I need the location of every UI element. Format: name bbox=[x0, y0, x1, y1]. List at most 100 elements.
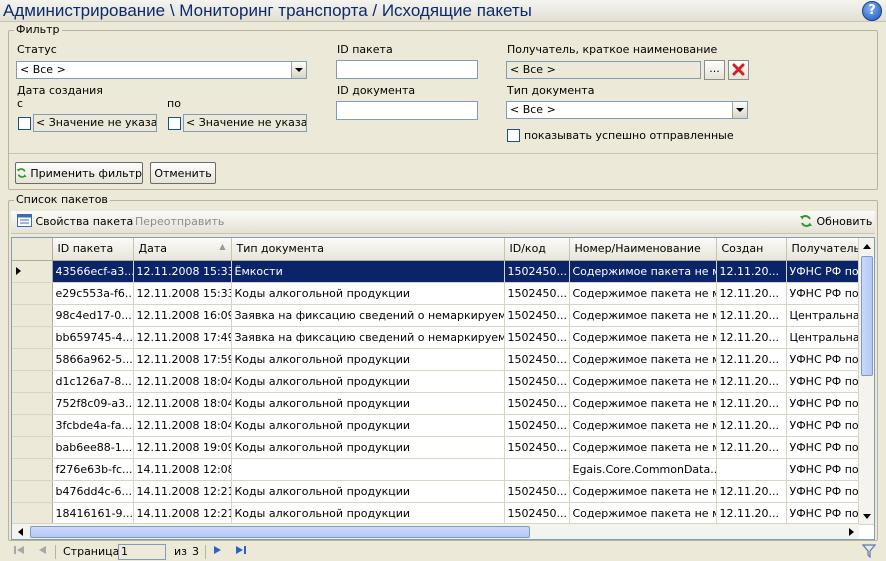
next-page-icon[interactable] bbox=[214, 545, 222, 558]
row-selector[interactable] bbox=[12, 436, 53, 459]
table-cell: 1502450... bbox=[504, 480, 570, 503]
column-header-date[interactable]: Дата ▲ bbox=[133, 238, 232, 261]
pager-separator bbox=[55, 545, 56, 559]
table-cell bbox=[504, 458, 570, 481]
first-page-icon[interactable] bbox=[14, 545, 24, 558]
show-sent-checkbox[interactable] bbox=[507, 129, 520, 142]
row-selector[interactable] bbox=[12, 458, 53, 481]
document-id-input[interactable] bbox=[336, 101, 478, 120]
last-page-icon[interactable] bbox=[236, 545, 246, 558]
scroll-right-icon[interactable] bbox=[843, 524, 859, 539]
prev-page-icon[interactable] bbox=[38, 545, 46, 558]
column-header[interactable]: Номер/Наименование bbox=[569, 238, 717, 261]
sort-ascending-icon: ▲ bbox=[219, 242, 226, 252]
table-cell: 1502450... bbox=[504, 304, 570, 327]
status-select[interactable]: < Все > bbox=[16, 61, 307, 79]
show-sent-label: показывать успешно отправленные bbox=[524, 129, 734, 142]
table-cell: 1502450... bbox=[504, 282, 570, 305]
table-cell: 1502450... bbox=[504, 260, 570, 283]
table-cell: 12.11.2008 18:04 bbox=[133, 370, 232, 393]
row-selector[interactable] bbox=[12, 502, 53, 525]
package-properties-button[interactable]: Свойства пакета bbox=[17, 214, 133, 228]
date-to-label: по bbox=[167, 97, 181, 110]
pager-separator bbox=[205, 545, 206, 559]
scroll-up-icon[interactable] bbox=[859, 238, 874, 254]
cancel-filter-button[interactable]: Отменить bbox=[150, 162, 216, 184]
chevron-down-icon[interactable] bbox=[291, 62, 306, 78]
column-header[interactable]: Создан bbox=[716, 238, 787, 261]
table-cell: Содержимое пакета не м... bbox=[569, 348, 717, 371]
title-bar: Администрирование \ Мониторинг транспорт… bbox=[0, 0, 886, 22]
table-row[interactable]: 18416161-9... 14.11.2008 12:21 Коды алкого… bbox=[12, 502, 874, 525]
row-selector[interactable] bbox=[12, 392, 53, 415]
table-row[interactable]: 3fcbde4a-fa... 12.11.2008 18:04 Коды алког… bbox=[12, 414, 874, 437]
date-from-checkbox[interactable] bbox=[18, 117, 31, 130]
row-selector[interactable] bbox=[12, 304, 53, 327]
table-cell: Коды алкогольной продукции bbox=[231, 436, 505, 459]
refresh-button[interactable]: Обновить bbox=[799, 214, 872, 228]
package-id-input[interactable] bbox=[336, 60, 478, 79]
table-row[interactable]: e29c553a-f6... 12.11.2008 15:33 Коды алког… bbox=[12, 282, 874, 305]
recipient-field[interactable]: < Все > bbox=[506, 61, 701, 79]
table-cell: Коды алкогольной продукции bbox=[231, 502, 505, 525]
date-to-checkbox[interactable] bbox=[168, 117, 181, 130]
table-row[interactable]: f276e63b-fc... 14.11.2008 12:08 Egais.Core… bbox=[12, 458, 874, 481]
vertical-scrollbar[interactable] bbox=[858, 238, 874, 524]
table-row[interactable]: bb659745-4... 12.11.2008 17:49 Заявка на ф… bbox=[12, 326, 874, 349]
column-header[interactable]: ID пакета bbox=[52, 238, 134, 261]
scroll-thumb-horizontal[interactable] bbox=[30, 526, 530, 538]
apply-filter-button[interactable]: Применить фильтр bbox=[15, 162, 143, 184]
refresh-icon bbox=[16, 168, 27, 178]
table-row[interactable]: 43566ecf-a3... 12.11.2008 15:33 Ёмкости 150… bbox=[12, 260, 874, 283]
table-cell: 1502450... bbox=[504, 326, 570, 349]
scroll-down-icon[interactable] bbox=[859, 508, 874, 524]
table-cell: 3fcbde4a-fa... bbox=[52, 414, 134, 437]
table-cell: 12.11.20... bbox=[716, 304, 787, 327]
total-pages: 3 bbox=[192, 545, 199, 558]
filter-funnel-icon[interactable] bbox=[861, 544, 877, 561]
table-row[interactable]: b476dd4c-6... 14.11.2008 12:21 Коды алкого… bbox=[12, 480, 874, 503]
horizontal-scrollbar[interactable] bbox=[12, 523, 859, 539]
page-of-label: из bbox=[174, 545, 187, 558]
row-selector[interactable] bbox=[12, 282, 53, 305]
row-selector[interactable] bbox=[12, 370, 53, 393]
table-cell: Коды алкогольной продукции bbox=[231, 370, 505, 393]
resend-button[interactable]: Переотправить bbox=[135, 215, 224, 228]
table-cell: Заявка на фиксацию сведений о немаркируе… bbox=[231, 326, 505, 349]
scroll-thumb-vertical[interactable] bbox=[861, 256, 873, 376]
document-id-label: ID документа bbox=[337, 84, 416, 97]
table-cell: 1502450... bbox=[504, 348, 570, 371]
column-header[interactable]: Тип документа bbox=[231, 238, 505, 261]
recipient-browse-button[interactable]: ... bbox=[704, 60, 725, 80]
filter-legend: Фильтр bbox=[14, 23, 62, 36]
row-selector[interactable] bbox=[12, 348, 53, 371]
scroll-left-icon[interactable] bbox=[12, 524, 28, 539]
table-row[interactable]: bab6ee88-1... 12.11.2008 19:09 Коды алкого… bbox=[12, 436, 874, 459]
table-cell: 1502450... bbox=[504, 392, 570, 415]
doc-type-select[interactable]: < Все > bbox=[506, 101, 748, 119]
table-cell: Содержимое пакета не м... bbox=[569, 502, 717, 525]
table-row[interactable]: d1c126a7-8... 12.11.2008 18:04 Коды алкого… bbox=[12, 370, 874, 393]
column-header[interactable]: ID/код bbox=[504, 238, 570, 261]
row-selector[interactable] bbox=[12, 260, 53, 283]
row-selector[interactable] bbox=[12, 414, 53, 437]
recipient-clear-button[interactable] bbox=[728, 60, 749, 80]
refresh-label: Обновить bbox=[816, 215, 873, 228]
table-row[interactable]: 752f8c09-a3... 12.11.2008 18:04 Коды алког… bbox=[12, 392, 874, 415]
table-cell: Содержимое пакета не м... bbox=[569, 370, 717, 393]
row-selector[interactable] bbox=[12, 326, 53, 349]
table-cell: 18416161-9... bbox=[52, 502, 134, 525]
table-cell: Коды алкогольной продукции bbox=[231, 282, 505, 305]
table-cell: 14.11.2008 12:21 bbox=[133, 502, 232, 525]
chevron-down-icon[interactable] bbox=[732, 102, 747, 118]
page-number-input[interactable]: 1 bbox=[118, 544, 166, 560]
date-to-field[interactable]: < Значение не указано bbox=[183, 114, 307, 132]
table-row[interactable]: 98c4ed17-0... 12.11.2008 16:09 Заявка на ф… bbox=[12, 304, 874, 327]
table-cell: 1502450... bbox=[504, 414, 570, 437]
column-header-label: Дата bbox=[138, 242, 167, 256]
date-from-field[interactable]: < Значение не указано bbox=[33, 114, 157, 132]
help-icon[interactable]: ? bbox=[862, 1, 882, 21]
row-selector[interactable] bbox=[12, 480, 53, 503]
table-row[interactable]: 5866a962-5... 12.11.2008 17:59 Коды алкого… bbox=[12, 348, 874, 371]
table-cell: bb659745-4... bbox=[52, 326, 134, 349]
